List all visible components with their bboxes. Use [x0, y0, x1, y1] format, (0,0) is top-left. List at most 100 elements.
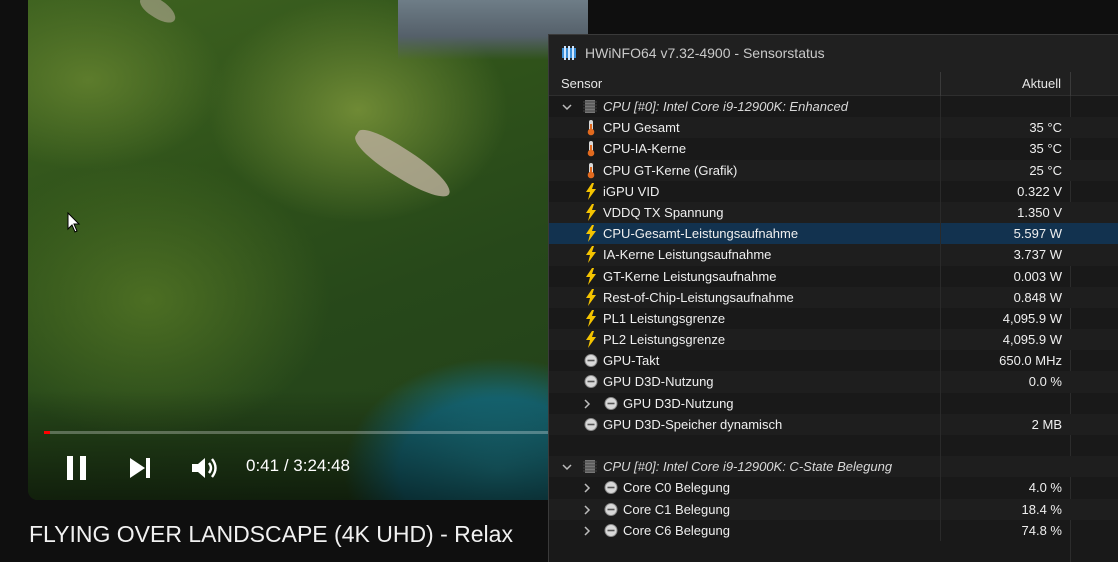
cell-divider	[940, 392, 941, 414]
sensor-label: CPU-Gesamt-Leistungsaufnahme	[603, 226, 799, 242]
sensor-row[interactable]: VDDQ TX Spannung 1.350 V	[549, 201, 1118, 224]
sensor-label: Rest-of-Chip-Leistungsaufnahme	[603, 289, 794, 305]
lightning-icon	[584, 246, 598, 264]
pause-button[interactable]	[64, 454, 90, 482]
hwinfo-window[interactable]: HWiNFO64 v7.32-4900 - Sensorstatus Senso…	[548, 34, 1118, 562]
duration: 3:24:48	[293, 456, 350, 475]
sensor-row[interactable]: CPU-IA-Kerne 35 °C	[549, 138, 1118, 160]
cell-divider	[940, 456, 941, 478]
gauge-icon	[604, 479, 618, 496]
progress-bar-fill	[44, 431, 50, 434]
sensor-row[interactable]: GT-Kerne Leistungsaufnahme 0.003 W	[549, 265, 1118, 287]
sensor-label: PL1 Leistungsgrenze	[603, 310, 726, 326]
sensor-current-value: 4.0 %	[1028, 480, 1062, 496]
video-player[interactable]: 0:41 / 3:24:48	[28, 0, 588, 500]
sensor-current-value: 4,095.9 W	[1002, 332, 1062, 348]
sensor-label: GPU-Takt	[603, 353, 660, 369]
sensor-row[interactable]: GPU-Takt 650.0 MHz	[549, 350, 1118, 372]
video-rock-top	[136, 0, 180, 28]
hwinfo-titlebar[interactable]: HWiNFO64 v7.32-4900 - Sensorstatus	[549, 35, 1118, 72]
video-title[interactable]: FLYING OVER LANDSCAPE (4K UHD) - Relax	[29, 521, 513, 548]
sensor-current-value: 0.322 V	[1017, 183, 1062, 199]
cell-divider	[940, 223, 941, 245]
progress-bar[interactable]	[44, 431, 588, 434]
sensor-row[interactable]: Core C1 Belegung 18.4 %	[549, 498, 1118, 520]
chip-icon	[583, 458, 597, 475]
lightning-icon	[584, 267, 598, 285]
column-divider[interactable]	[940, 72, 941, 96]
cell-divider	[940, 201, 941, 224]
sensor-current-value: 35 °C	[1029, 120, 1062, 136]
lightning-icon	[584, 203, 598, 221]
column-divider[interactable]	[1070, 72, 1071, 96]
chip-icon	[583, 98, 597, 115]
cell-divider	[940, 307, 941, 330]
sensor-row[interactable]: iGPU VID 0.322 V	[549, 180, 1118, 202]
chevron-right-icon[interactable]	[581, 480, 593, 494]
sensor-row[interactable]: CPU GT-Kerne (Grafik) 25 °C	[549, 159, 1118, 181]
next-button[interactable]	[127, 455, 153, 481]
sensor-label: CPU GT-Kerne (Grafik)	[603, 162, 738, 178]
chevron-down-icon[interactable]	[561, 459, 573, 473]
sensor-row[interactable]: PL1 Leistungsgrenze 4,095.9 W	[549, 307, 1118, 330]
gauge-icon	[604, 522, 618, 539]
column-header-sensor[interactable]: Sensor	[561, 76, 602, 91]
sensor-current-value: 35 °C	[1029, 141, 1062, 157]
sensor-row[interactable]: GPU D3D-Speicher dynamisch 2 MB	[549, 413, 1118, 435]
cell-divider	[940, 244, 941, 266]
cell-divider	[940, 435, 941, 457]
cell-divider	[940, 265, 941, 287]
cell-divider	[940, 286, 941, 308]
sensor-group-row[interactable]: CPU [#0]: Intel Core i9-12900K: Enhanced	[549, 96, 1118, 118]
cell-divider	[940, 371, 941, 393]
sensor-label: CPU [#0]: Intel Core i9-12900K: Enhanced	[603, 99, 848, 114]
volume-button[interactable]	[190, 455, 220, 481]
sensor-label: CPU [#0]: Intel Core i9-12900K: C-State …	[603, 459, 893, 475]
sensor-current-value: 0.848 W	[1013, 289, 1062, 305]
sensor-current-value: 4,095.9 W	[1002, 310, 1062, 326]
sensor-label: GPU D3D-Speicher dynamisch	[603, 416, 783, 432]
chevron-right-icon[interactable]	[581, 523, 593, 537]
sensor-current-value: 5.597 W	[1013, 226, 1062, 242]
cell-divider	[940, 180, 941, 202]
chevron-right-icon[interactable]	[581, 396, 593, 410]
blank-row	[549, 435, 1118, 457]
sensor-row[interactable]: Core C6 Belegung 74.8 %	[549, 519, 1118, 541]
sensor-row[interactable]: PL2 Leistungsgrenze 4,095.9 W	[549, 329, 1118, 351]
sensor-current-value: 3.737 W	[1013, 247, 1062, 263]
cell-divider	[940, 477, 941, 499]
skip-next-icon	[130, 458, 150, 478]
thermometer-icon	[584, 140, 598, 157]
sensor-row[interactable]: Rest-of-Chip-Leistungsaufnahme 0.848 W	[549, 286, 1118, 308]
sensor-row[interactable]: CPU Gesamt 35 °C	[549, 117, 1118, 139]
cell-divider	[940, 159, 941, 181]
chevron-right-icon[interactable]	[581, 502, 593, 516]
video-rock-slide	[348, 122, 458, 206]
sensor-group-row[interactable]: CPU [#0]: Intel Core i9-12900K: C-State …	[549, 456, 1118, 478]
sensor-current-value: 650.0 MHz	[999, 353, 1062, 369]
lightning-icon	[584, 309, 598, 327]
cell-divider	[940, 498, 941, 520]
sensor-current-value: 1.350 V	[1017, 204, 1062, 220]
chevron-down-icon[interactable]	[561, 99, 573, 113]
sensor-current-value: 2 MB	[1031, 416, 1062, 432]
sensor-row[interactable]: CPU-Gesamt-Leistungsaufnahme 5.597 W	[549, 223, 1118, 245]
sensor-label: GPU D3D-Nutzung	[623, 395, 734, 411]
sensor-row[interactable]: GPU D3D-Nutzung	[549, 392, 1118, 414]
sensor-label: Core C6 Belegung	[623, 522, 730, 538]
sensor-current-value: 0.003 W	[1013, 268, 1062, 284]
cell-divider	[940, 96, 941, 118]
hwinfo-app-icon	[562, 46, 576, 60]
sensor-label: IA-Kerne Leistungsaufnahme	[603, 247, 772, 263]
current-time: 0:41	[246, 456, 280, 475]
sensor-row[interactable]: GPU D3D-Nutzung 0.0 %	[549, 371, 1118, 393]
sensor-label: iGPU VID	[603, 183, 660, 199]
sensor-row[interactable]: IA-Kerne Leistungsaufnahme 3.737 W	[549, 244, 1118, 266]
cell-divider	[940, 519, 941, 541]
sensor-current-value: 74.8 %	[1021, 522, 1062, 538]
sensor-table-body: CPU [#0]: Intel Core i9-12900K: Enhanced…	[549, 96, 1118, 541]
sensor-label: Core C1 Belegung	[623, 501, 730, 517]
column-header-current[interactable]: Aktuell	[1022, 76, 1061, 91]
sensor-row[interactable]: Core C0 Belegung 4.0 %	[549, 477, 1118, 499]
sensor-current-value: 25 °C	[1029, 162, 1062, 178]
